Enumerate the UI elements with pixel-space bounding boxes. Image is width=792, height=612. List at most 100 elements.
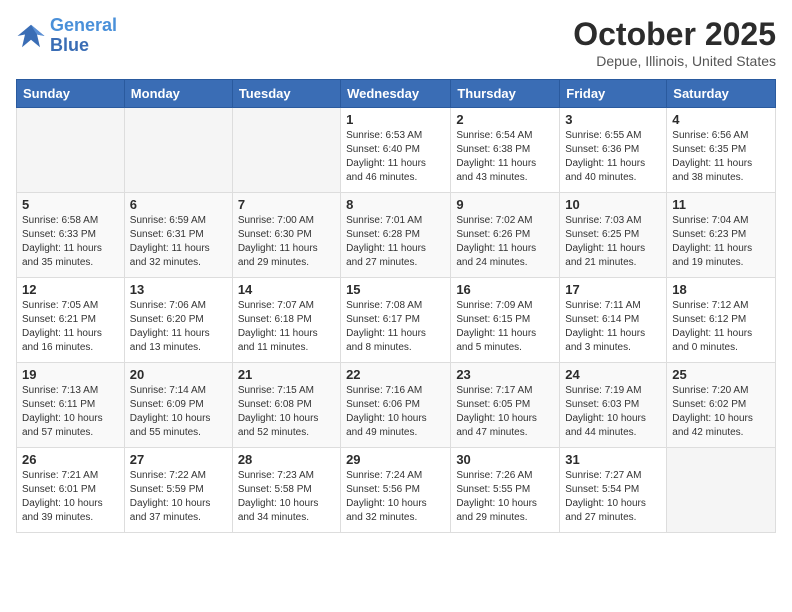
calendar-table: SundayMondayTuesdayWednesdayThursdayFrid…	[16, 79, 776, 533]
day-info: Sunrise: 7:09 AM Sunset: 6:15 PM Dayligh…	[456, 299, 554, 355]
day-number: 8	[346, 197, 445, 212]
logo-text: General Blue	[50, 16, 117, 56]
calendar-cell: 7Sunrise: 7:00 AM Sunset: 6:30 PM Daylig…	[232, 193, 340, 278]
day-info: Sunrise: 7:19 AM Sunset: 6:03 PM Dayligh…	[565, 384, 661, 440]
day-number: 19	[22, 367, 119, 382]
calendar-week-row: 1 Sunrise: 6:53 AM Sunset: 6:40 PM Daylig…	[17, 108, 776, 193]
day-info: Sunrise: 7:14 AM Sunset: 6:09 PM Dayligh…	[130, 384, 227, 440]
day-number: 5	[22, 197, 119, 212]
day-info: Sunrise: 7:07 AM Sunset: 6:18 PM Dayligh…	[238, 299, 335, 355]
day-info: Sunrise: 7:05 AM Sunset: 6:21 PM Dayligh…	[22, 299, 119, 355]
calendar-cell: 20 Sunrise: 7:14 AM Sunset: 6:09 PM Dayli…	[124, 363, 232, 448]
day-info: Sunrise: 7:12 AM Sunset: 6:12 PM Dayligh…	[672, 299, 770, 355]
calendar-cell: 5 Sunrise: 6:58 AM Sunset: 6:33 PM Daylig…	[17, 193, 125, 278]
logo-line2: Blue	[50, 35, 89, 55]
calendar-cell: 18 Sunrise: 7:12 AM Sunset: 6:12 PM Dayli…	[667, 278, 776, 363]
weekday-header: Wednesday	[341, 80, 451, 108]
calendar-week-row: 19Sunrise: 7:13 AM Sunset: 6:11 PM Dayli…	[17, 363, 776, 448]
day-number: 14	[238, 282, 335, 297]
day-number: 29	[346, 452, 445, 467]
location-subtitle: Depue, Illinois, United States	[573, 53, 776, 69]
weekday-header: Monday	[124, 80, 232, 108]
day-info: Sunrise: 7:00 AM Sunset: 6:30 PM Dayligh…	[238, 214, 335, 270]
calendar-cell: 28 Sunrise: 7:23 AM Sunset: 5:58 PM Dayli…	[232, 448, 340, 533]
logo-line1: General	[50, 15, 117, 35]
day-info: Sunrise: 7:01 AM Sunset: 6:28 PM Dayligh…	[346, 214, 445, 270]
weekday-header-row: SundayMondayTuesdayWednesdayThursdayFrid…	[17, 80, 776, 108]
day-info: Sunrise: 7:24 AM Sunset: 5:56 PM Dayligh…	[346, 469, 445, 525]
day-number: 25	[672, 367, 770, 382]
day-info: Sunrise: 7:17 AM Sunset: 6:05 PM Dayligh…	[456, 384, 554, 440]
day-info: Sunrise: 6:58 AM Sunset: 6:33 PM Dayligh…	[22, 214, 119, 270]
day-number: 1	[346, 112, 445, 127]
calendar-cell: 8 Sunrise: 7:01 AM Sunset: 6:28 PM Daylig…	[341, 193, 451, 278]
calendar-cell: 17Sunrise: 7:11 AM Sunset: 6:14 PM Dayli…	[560, 278, 667, 363]
day-number: 4	[672, 112, 770, 127]
calendar-cell: 4Sunrise: 6:56 AM Sunset: 6:35 PM Daylig…	[667, 108, 776, 193]
calendar-cell: 24 Sunrise: 7:19 AM Sunset: 6:03 PM Dayli…	[560, 363, 667, 448]
day-number: 21	[238, 367, 335, 382]
weekday-header: Saturday	[667, 80, 776, 108]
calendar-week-row: 26Sunrise: 7:21 AM Sunset: 6:01 PM Dayli…	[17, 448, 776, 533]
day-number: 13	[130, 282, 227, 297]
calendar-cell	[232, 108, 340, 193]
calendar-cell: 26Sunrise: 7:21 AM Sunset: 6:01 PM Dayli…	[17, 448, 125, 533]
day-info: Sunrise: 7:16 AM Sunset: 6:06 PM Dayligh…	[346, 384, 445, 440]
day-info: Sunrise: 6:54 AM Sunset: 6:38 PM Dayligh…	[456, 129, 554, 185]
weekday-header: Tuesday	[232, 80, 340, 108]
title-block: October 2025 Depue, Illinois, United Sta…	[573, 16, 776, 69]
day-info: Sunrise: 6:53 AM Sunset: 6:40 PM Dayligh…	[346, 129, 445, 185]
day-number: 10	[565, 197, 661, 212]
calendar-cell: 11 Sunrise: 7:04 AM Sunset: 6:23 PM Dayli…	[667, 193, 776, 278]
day-number: 3	[565, 112, 661, 127]
weekday-header: Sunday	[17, 80, 125, 108]
day-number: 31	[565, 452, 661, 467]
day-info: Sunrise: 6:59 AM Sunset: 6:31 PM Dayligh…	[130, 214, 227, 270]
day-info: Sunrise: 7:02 AM Sunset: 6:26 PM Dayligh…	[456, 214, 554, 270]
calendar-cell: 6 Sunrise: 6:59 AM Sunset: 6:31 PM Daylig…	[124, 193, 232, 278]
calendar-body: 1 Sunrise: 6:53 AM Sunset: 6:40 PM Daylig…	[17, 108, 776, 533]
day-number: 20	[130, 367, 227, 382]
day-number: 11	[672, 197, 770, 212]
day-number: 27	[130, 452, 227, 467]
day-number: 22	[346, 367, 445, 382]
calendar-cell: 23 Sunrise: 7:17 AM Sunset: 6:05 PM Dayli…	[451, 363, 560, 448]
calendar-cell: 30 Sunrise: 7:26 AM Sunset: 5:55 PM Dayli…	[451, 448, 560, 533]
calendar-cell	[124, 108, 232, 193]
day-info: Sunrise: 7:08 AM Sunset: 6:17 PM Dayligh…	[346, 299, 445, 355]
calendar-cell: 1 Sunrise: 6:53 AM Sunset: 6:40 PM Daylig…	[341, 108, 451, 193]
calendar-cell: 19Sunrise: 7:13 AM Sunset: 6:11 PM Dayli…	[17, 363, 125, 448]
calendar-cell: 3 Sunrise: 6:55 AM Sunset: 6:36 PM Daylig…	[560, 108, 667, 193]
month-title: October 2025	[573, 16, 776, 53]
day-number: 18	[672, 282, 770, 297]
day-info: Sunrise: 7:26 AM Sunset: 5:55 PM Dayligh…	[456, 469, 554, 525]
day-number: 26	[22, 452, 119, 467]
day-info: Sunrise: 6:55 AM Sunset: 6:36 PM Dayligh…	[565, 129, 661, 185]
calendar-cell: 25 Sunrise: 7:20 AM Sunset: 6:02 PM Dayli…	[667, 363, 776, 448]
calendar-cell: 21Sunrise: 7:15 AM Sunset: 6:08 PM Dayli…	[232, 363, 340, 448]
logo-icon	[16, 21, 46, 51]
calendar-week-row: 12Sunrise: 7:05 AM Sunset: 6:21 PM Dayli…	[17, 278, 776, 363]
calendar-cell	[667, 448, 776, 533]
day-number: 9	[456, 197, 554, 212]
calendar-cell: 31Sunrise: 7:27 AM Sunset: 5:54 PM Dayli…	[560, 448, 667, 533]
day-number: 24	[565, 367, 661, 382]
calendar-cell: 22 Sunrise: 7:16 AM Sunset: 6:06 PM Dayli…	[341, 363, 451, 448]
calendar-cell: 2Sunrise: 6:54 AM Sunset: 6:38 PM Daylig…	[451, 108, 560, 193]
calendar-cell: 12Sunrise: 7:05 AM Sunset: 6:21 PM Dayli…	[17, 278, 125, 363]
day-number: 6	[130, 197, 227, 212]
day-number: 23	[456, 367, 554, 382]
day-number: 17	[565, 282, 661, 297]
calendar-cell: 14 Sunrise: 7:07 AM Sunset: 6:18 PM Dayli…	[232, 278, 340, 363]
day-info: Sunrise: 7:20 AM Sunset: 6:02 PM Dayligh…	[672, 384, 770, 440]
day-info: Sunrise: 7:23 AM Sunset: 5:58 PM Dayligh…	[238, 469, 335, 525]
day-number: 28	[238, 452, 335, 467]
day-info: Sunrise: 7:22 AM Sunset: 5:59 PM Dayligh…	[130, 469, 227, 525]
weekday-header: Friday	[560, 80, 667, 108]
day-info: Sunrise: 7:04 AM Sunset: 6:23 PM Dayligh…	[672, 214, 770, 270]
day-info: Sunrise: 7:06 AM Sunset: 6:20 PM Dayligh…	[130, 299, 227, 355]
day-info: Sunrise: 7:03 AM Sunset: 6:25 PM Dayligh…	[565, 214, 661, 270]
page-header: General Blue October 2025 Depue, Illinoi…	[16, 16, 776, 69]
day-number: 16	[456, 282, 554, 297]
day-number: 30	[456, 452, 554, 467]
